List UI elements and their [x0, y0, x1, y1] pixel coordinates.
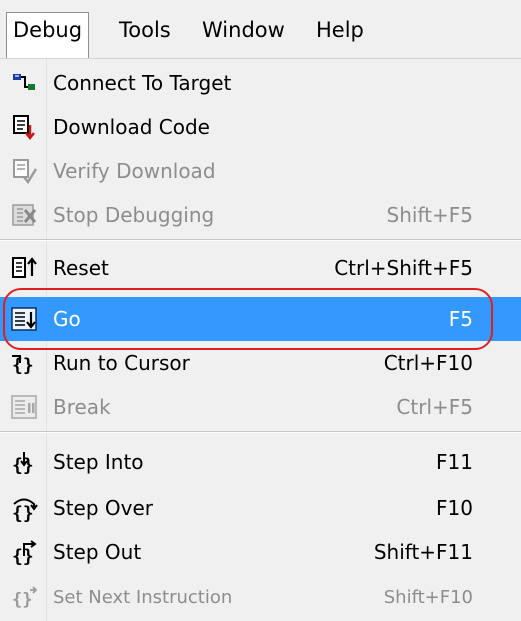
step-over-icon: {} [10, 494, 38, 522]
svg-text:{}: {} [12, 355, 34, 376]
menu-item-shortcut: F10 [436, 496, 473, 520]
screenshot-frame: Debug Tools Window Help Connect To Targe… [0, 0, 521, 621]
menu-item-verify-download[interactable]: Verify Download [0, 149, 521, 193]
verify-download-icon [10, 157, 38, 185]
menu-item-step-out[interactable]: {} Step Out Shift+F11 [0, 530, 521, 574]
menu-debug[interactable]: Debug [6, 12, 90, 59]
menu-item-shortcut: F11 [436, 450, 473, 474]
step-into-icon: {} [10, 448, 38, 476]
menu-item-shortcut: Ctrl+F5 [396, 395, 473, 419]
menu-help[interactable]: Help [310, 12, 370, 48]
step-out-icon: {} [10, 538, 38, 566]
menu-item-label: Verify Download [53, 159, 216, 183]
highlight-callout [3, 288, 493, 350]
svg-text:{}: {} [12, 455, 34, 476]
menu-item-connect-to-target[interactable]: Connect To Target [0, 61, 521, 105]
menu-item-label: Step Into [53, 450, 144, 474]
download-code-icon [10, 113, 38, 141]
menu-item-label: Stop Debugging [53, 203, 215, 227]
menu-item-shortcut: Shift+F11 [373, 540, 473, 564]
menu-window[interactable]: Window [196, 12, 291, 48]
menu-bar: Debug Tools Window Help [0, 0, 521, 59]
menu-item-label: Download Code [53, 115, 210, 139]
menu-item-label: Set Next Instruction [53, 587, 233, 608]
menu-item-label: Step Over [53, 496, 153, 520]
menu-item-label: Step Out [53, 540, 142, 564]
stop-debugging-icon [10, 201, 38, 229]
menu-item-set-next-instruction[interactable]: {} Set Next Instruction Shift+F10 [0, 576, 521, 620]
menu-item-step-over[interactable]: {} Step Over F10 [0, 486, 521, 530]
menu-item-shortcut: Shift+F5 [386, 203, 473, 227]
menu-item-label: Reset [53, 256, 109, 280]
menu-item-reset[interactable]: Reset Ctrl+Shift+F5 [0, 246, 521, 290]
menu-item-label: Break [53, 395, 111, 419]
connect-icon [10, 69, 38, 97]
menu-item-shortcut: Shift+F10 [383, 587, 473, 608]
break-icon [10, 393, 38, 421]
menu-tools[interactable]: Tools [113, 12, 177, 48]
svg-text:{}: {} [12, 546, 34, 566]
menu-item-shortcut: Ctrl+Shift+F5 [334, 256, 473, 280]
menu-item-download-code[interactable]: Download Code [0, 105, 521, 149]
set-next-instruction-icon: {} [10, 584, 38, 612]
svg-text:{}: {} [12, 590, 32, 610]
run-to-cursor-icon: {} [10, 349, 38, 377]
menu-item-label: Connect To Target [53, 71, 232, 95]
menu-item-break[interactable]: Break Ctrl+F5 [0, 385, 521, 429]
menu-separator [0, 239, 521, 241]
menu-item-stop-debugging[interactable]: Stop Debugging Shift+F5 [0, 193, 521, 237]
menu-separator [0, 431, 521, 433]
reset-icon [10, 254, 38, 282]
menu-item-step-into[interactable]: {} Step Into F11 [0, 440, 521, 484]
